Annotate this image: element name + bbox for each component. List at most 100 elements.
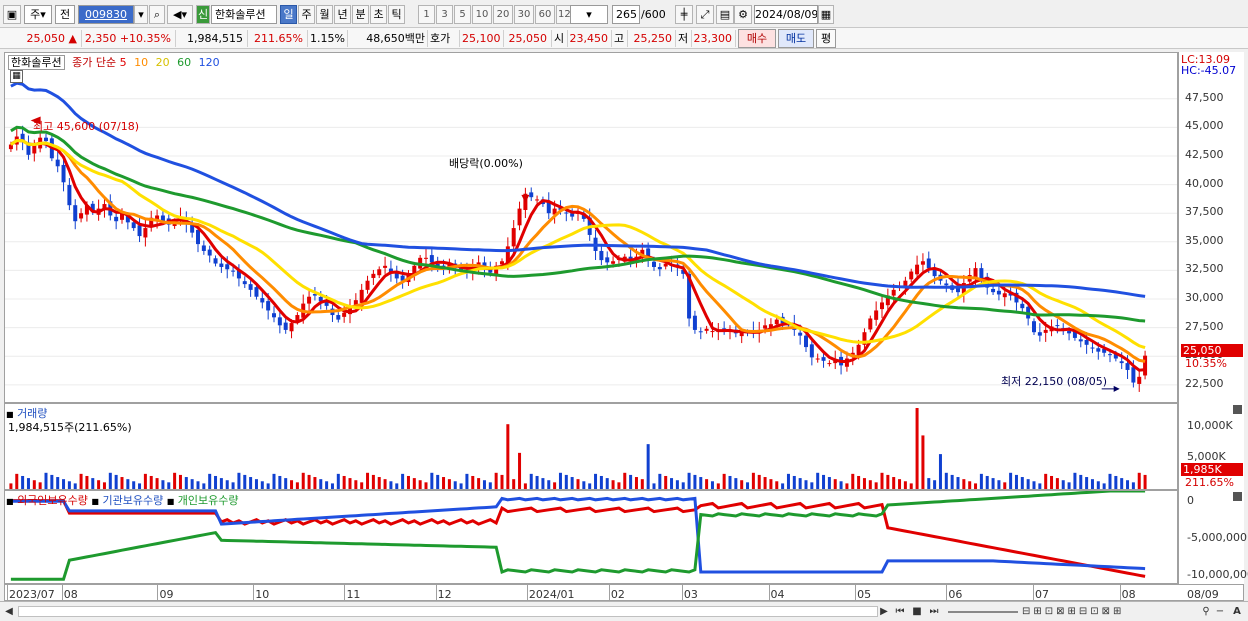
volume-bar bbox=[880, 472, 884, 489]
price-ytick: 32,500 bbox=[1185, 262, 1224, 276]
scroll-right-icon[interactable]: ▶ bbox=[878, 604, 890, 619]
first-page-icon[interactable]: ⏮ bbox=[893, 604, 907, 619]
count-input[interactable]: 265 bbox=[612, 5, 640, 24]
holdings-panel[interactable]: ■ 외국인보유수량 ■ 기관보유수량 ■ 개인보유수량 bbox=[4, 489, 1178, 584]
period-2-button[interactable]: 월 bbox=[316, 5, 333, 24]
candle-body bbox=[809, 344, 814, 358]
market-type-select[interactable]: 주▾ bbox=[24, 5, 52, 24]
candle-body bbox=[932, 269, 937, 277]
all-button[interactable]: 전 bbox=[55, 5, 75, 24]
volume-bar bbox=[588, 483, 592, 489]
zoom-slider[interactable] bbox=[948, 611, 1018, 613]
volume-bar bbox=[769, 479, 773, 489]
evaluate-button[interactable]: 평 bbox=[816, 29, 836, 48]
period-5-button[interactable]: 초 bbox=[370, 5, 387, 24]
date-input[interactable]: 2024/08/09 bbox=[754, 5, 818, 24]
interval-5-button[interactable]: 5 bbox=[454, 5, 471, 24]
volume-bar bbox=[629, 474, 633, 489]
interval-10-button[interactable]: 10 bbox=[472, 5, 492, 24]
price-chart[interactable] bbox=[5, 53, 1177, 402]
search-icon[interactable]: ⌕ bbox=[149, 5, 165, 24]
volume-bar bbox=[646, 444, 650, 489]
gear-icon[interactable]: ⚙ bbox=[734, 5, 752, 24]
volume-bar bbox=[541, 478, 545, 489]
price-ytick: 45,000 bbox=[1185, 119, 1224, 133]
price-chart-panel[interactable]: 한화솔루션 종가 단순 5 10 20 60 120 ▦ 최고 45,600 (… bbox=[4, 52, 1178, 403]
holdings-axis: 0 -5,000,000 -10,000,000 bbox=[1178, 490, 1248, 584]
ma-120-label: 120 bbox=[198, 56, 220, 69]
speaker-icon[interactable]: ◀▾ bbox=[167, 5, 193, 24]
interval-3-button[interactable]: 3 bbox=[436, 5, 453, 24]
calendar-icon[interactable]: ▦ bbox=[818, 5, 834, 24]
volume-bar bbox=[874, 482, 878, 489]
x-tick-label: 04 bbox=[770, 588, 785, 601]
volume-bar bbox=[757, 474, 761, 489]
volume-bar bbox=[740, 480, 744, 489]
candle-body bbox=[1125, 363, 1130, 370]
volume-bar bbox=[962, 479, 966, 489]
candle-body bbox=[289, 323, 294, 332]
last-page-icon[interactable]: ⏭ bbox=[927, 604, 941, 619]
volume-bar bbox=[412, 478, 416, 489]
sell-button[interactable]: 매도 bbox=[778, 29, 814, 48]
period-4-button[interactable]: 분 bbox=[352, 5, 369, 24]
candle-body bbox=[266, 301, 271, 311]
volume-bar bbox=[184, 477, 188, 489]
candle-body bbox=[55, 159, 60, 167]
window-menu-icon[interactable]: ▣ bbox=[3, 5, 21, 24]
volume-chart[interactable] bbox=[5, 404, 1177, 489]
volume-ratio: 211.65% bbox=[250, 30, 308, 47]
pct-tag: 10.35% bbox=[1185, 357, 1227, 370]
volume-bar bbox=[611, 480, 615, 489]
volume-bar bbox=[1102, 483, 1106, 489]
scroll-track[interactable] bbox=[18, 606, 878, 617]
save-icon[interactable]: ▤ bbox=[716, 5, 734, 24]
x-tick-label: 02 bbox=[610, 588, 625, 601]
individual-legend: 개인보유수량 bbox=[177, 494, 239, 507]
panel-close-icon[interactable] bbox=[1233, 405, 1242, 414]
x-tick-mark bbox=[1033, 585, 1034, 601]
ma-20-label: 20 bbox=[155, 56, 170, 69]
candle-body bbox=[242, 281, 247, 285]
scroll-left-icon[interactable]: ◀ bbox=[3, 604, 15, 619]
grid-toggle-icon[interactable]: ▦ bbox=[10, 70, 23, 83]
code-dropdown-icon[interactable]: ▾ bbox=[134, 5, 148, 24]
view-tools-icon[interactable]: ⊟⊞⊡⊠⊞⊟⊡⊠⊞ bbox=[1022, 604, 1222, 619]
interval-30-button[interactable]: 30 bbox=[514, 5, 534, 24]
volume-bar bbox=[430, 472, 434, 489]
price-tag: 25,050 bbox=[1181, 344, 1243, 357]
volume-bar bbox=[149, 475, 153, 489]
candle-body bbox=[973, 268, 978, 278]
period-6-button[interactable]: 틱 bbox=[388, 5, 405, 24]
interval-20-button[interactable]: 20 bbox=[493, 5, 513, 24]
volume-bar bbox=[26, 478, 30, 489]
volume-bar bbox=[126, 479, 130, 489]
period-3-button[interactable]: 년 bbox=[334, 5, 351, 24]
period-0-button[interactable]: 일 bbox=[280, 5, 297, 24]
stop-icon[interactable]: ■ bbox=[910, 604, 924, 619]
candle-body bbox=[1032, 321, 1036, 333]
volume-bar bbox=[44, 472, 48, 489]
interval-custom-select[interactable]: ▾ bbox=[570, 5, 608, 24]
font-size-icon[interactable]: A bbox=[1230, 604, 1244, 619]
volume-bar bbox=[1085, 477, 1089, 489]
x-axis: 2023/07 08 09 10 11 12 2024/01 02 03 04 05 06 07 08 08… bbox=[4, 584, 1244, 601]
zoom-in-icon[interactable]: ⚲ bbox=[1200, 604, 1212, 619]
candle-body bbox=[254, 287, 259, 297]
volume-panel[interactable]: ■ 거래량 1,984,515주(211.65%) bbox=[4, 403, 1178, 490]
volume-bar bbox=[898, 479, 902, 489]
indicator-icon[interactable]: ╪ bbox=[675, 5, 693, 24]
trade-amount: 48,650백만 bbox=[350, 30, 428, 47]
draw-tool-icon[interactable]: ⤢ bbox=[696, 5, 714, 24]
volume-bar bbox=[453, 481, 457, 489]
period-1-button[interactable]: 주 bbox=[298, 5, 315, 24]
stock-code-input[interactable]: 009830 bbox=[78, 5, 134, 24]
interval-1-button[interactable]: 1 bbox=[418, 5, 435, 24]
volume-bar bbox=[547, 480, 551, 489]
zoom-out-icon[interactable]: − bbox=[1214, 604, 1226, 619]
interval-60-button[interactable]: 60 bbox=[535, 5, 555, 24]
volume-bar bbox=[921, 435, 925, 489]
volume-bar bbox=[290, 480, 294, 489]
candle-body bbox=[996, 290, 1001, 295]
buy-button[interactable]: 매수 bbox=[738, 29, 776, 48]
